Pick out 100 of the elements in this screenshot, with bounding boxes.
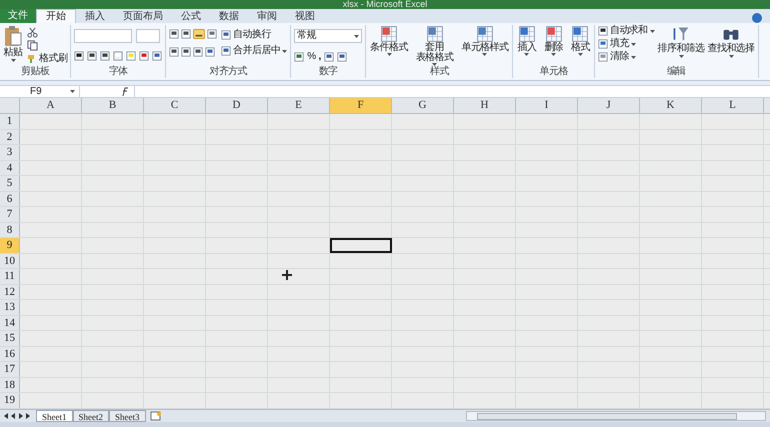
scissors-icon[interactable]: [27, 27, 38, 38]
row-header[interactable]: 11: [0, 269, 20, 284]
ribbon-button[interactable]: 排序和筛选: [658, 25, 705, 58]
button-label: 条件格式: [370, 43, 408, 53]
fx-icon[interactable]: [120, 86, 130, 96]
caret-icon: [70, 90, 75, 93]
button-label: 单元格样式: [461, 43, 508, 53]
edit-menu-button[interactable]: 填充: [598, 38, 654, 50]
row-header[interactable]: 19: [0, 393, 20, 408]
ribbon-button[interactable]: 插入: [516, 25, 538, 56]
column-header[interactable]: B: [82, 98, 144, 113]
ribbon-tab[interactable]: 审阅: [248, 9, 286, 23]
ribbon-tab[interactable]: 公式: [172, 9, 210, 23]
ribbon-button[interactable]: 单元格样式: [460, 25, 510, 56]
ribbon-tab[interactable]: 数据: [210, 9, 248, 23]
caret-icon: [728, 55, 734, 58]
ribbon-button[interactable]: 删除: [543, 25, 564, 56]
button-label: 套用: [425, 43, 444, 53]
caret-icon: [630, 56, 636, 58]
caret-icon: [354, 34, 360, 38]
percent-button[interactable]: %: [307, 51, 316, 63]
group-label: 样式: [428, 66, 450, 78]
sort-filter-icon: [672, 25, 690, 43]
column-header[interactable]: G: [392, 98, 454, 113]
row-header[interactable]: 2: [0, 130, 20, 144]
caret-icon: [282, 50, 288, 52]
edit-menu-button[interactable]: 清除: [598, 51, 654, 63]
row-header[interactable]: 1: [0, 114, 20, 128]
row-header[interactable]: 5: [0, 176, 20, 190]
group-label: 剪贴板: [20, 66, 50, 78]
row-header[interactable]: 12: [0, 284, 20, 299]
button-label: 格式: [571, 43, 590, 53]
cursor-icon: [282, 270, 292, 280]
row-header[interactable]: 4: [0, 160, 20, 175]
ribbon-tab[interactable]: 开始: [36, 9, 76, 23]
row-header[interactable]: 7: [0, 207, 20, 222]
row-header[interactable]: 6: [0, 192, 20, 206]
caret-icon: [551, 53, 556, 56]
number-format-field[interactable]: 常规: [294, 29, 362, 43]
caret-icon: [524, 53, 530, 56]
group-label: 编辑: [666, 66, 687, 78]
row-header[interactable]: 13: [0, 300, 20, 314]
caret-icon: [678, 55, 684, 58]
sheet-tab[interactable]: Sheet3: [109, 410, 146, 422]
active-cell[interactable]: [330, 238, 392, 252]
caret-icon: [432, 63, 438, 66]
edit-menu-button[interactable]: 自动求和: [598, 25, 654, 37]
row-header[interactable]: 3: [0, 145, 20, 160]
brush-icon: [27, 54, 37, 64]
ribbon-tab[interactable]: 插入: [76, 9, 114, 23]
ribbon-tab[interactable]: 页面布局: [114, 9, 172, 23]
copy-icon[interactable]: [27, 40, 38, 51]
font-size-field[interactable]: [136, 29, 160, 43]
sheet-tab[interactable]: Sheet1: [36, 410, 72, 422]
column-header[interactable]: F: [330, 98, 392, 113]
file-tab[interactable]: 文件: [0, 9, 36, 23]
caret-icon: [386, 53, 392, 56]
row-header[interactable]: 9: [0, 238, 20, 252]
caret-icon: [650, 30, 654, 32]
row-header[interactable]: 15: [0, 331, 20, 346]
row-header[interactable]: 8: [0, 222, 20, 237]
caret-icon: [10, 59, 16, 62]
format-painter-button[interactable]: 格式刷: [27, 53, 68, 65]
row-header[interactable]: 16: [0, 346, 20, 361]
column-header[interactable]: H: [454, 98, 516, 113]
paste-button[interactable]: 粘贴: [3, 25, 23, 62]
font-name-field[interactable]: [74, 29, 132, 43]
column-header[interactable]: J: [578, 98, 640, 113]
column-header[interactable]: D: [206, 98, 268, 113]
column-header[interactable]: K: [640, 98, 702, 113]
group-label: 数字: [318, 66, 339, 78]
sheet-tab[interactable]: Sheet2: [72, 410, 109, 422]
column-header[interactable]: A: [20, 98, 82, 113]
row-header[interactable]: 10: [0, 254, 20, 268]
row-header[interactable]: 14: [0, 316, 20, 330]
group-label: 单元格: [538, 66, 569, 78]
column-header[interactable]: L: [702, 98, 764, 113]
ribbon-button[interactable]: 条件格式: [369, 25, 409, 56]
sheet-nav-icon[interactable]: [4, 413, 32, 419]
wrap-text-button[interactable]: 自动换行: [221, 29, 288, 41]
ribbon-button[interactable]: 格式: [570, 25, 591, 56]
button-label: 表格格式: [416, 53, 454, 63]
ribbon-button[interactable]: 套用 表格格式: [414, 25, 454, 66]
button-label: 插入: [517, 43, 536, 53]
row-header[interactable]: 17: [0, 362, 20, 376]
caret-icon: [482, 53, 488, 56]
column-header[interactable]: C: [144, 98, 206, 113]
comma-button[interactable]: ,: [318, 51, 321, 63]
row-header[interactable]: 18: [0, 378, 20, 392]
window-title: xlsx - Microsoft Excel: [342, 0, 428, 9]
new-sheet-icon[interactable]: [150, 411, 162, 421]
caret-icon: [578, 53, 583, 56]
button-label: 删除: [544, 43, 564, 53]
name-box[interactable]: F9: [0, 86, 80, 97]
ribbon-tab[interactable]: 视图: [286, 9, 324, 23]
ribbon-button[interactable]: 查找和选择: [708, 25, 755, 58]
caret-icon: [630, 42, 636, 46]
merge-center-button[interactable]: 合并后居中: [221, 45, 288, 57]
horizontal-scrollbar[interactable]: [466, 411, 766, 421]
column-header[interactable]: I: [516, 98, 578, 113]
